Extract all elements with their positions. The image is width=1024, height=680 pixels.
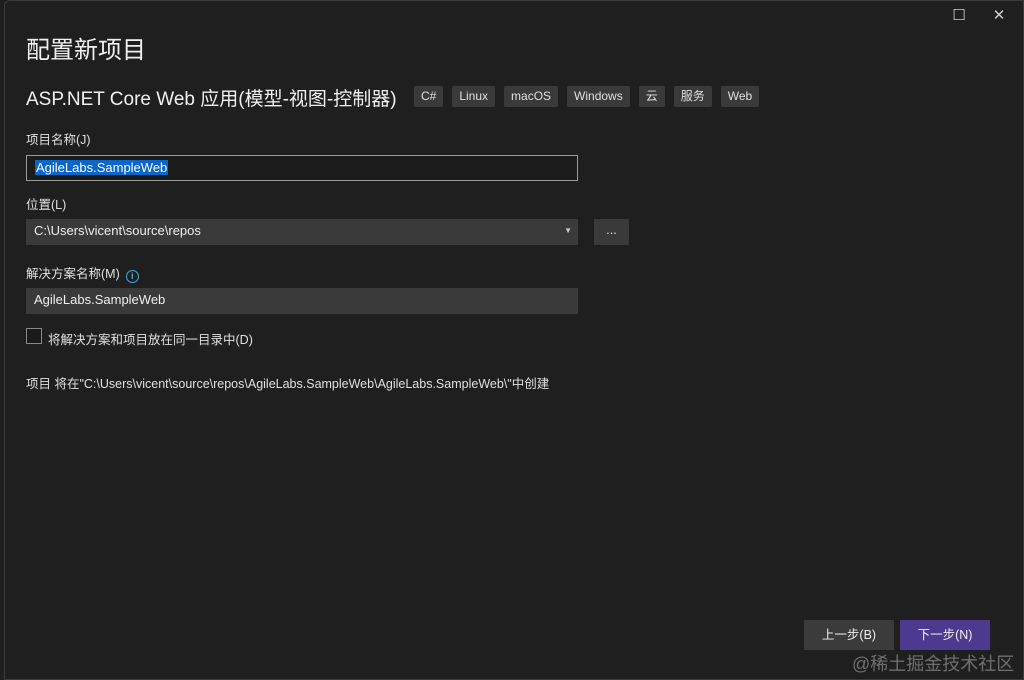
solution-name-input[interactable]: AgileLabs.SampleWeb bbox=[26, 288, 578, 314]
location-label: 位置(L) bbox=[26, 198, 67, 212]
solution-name-value: AgileLabs.SampleWeb bbox=[34, 292, 166, 307]
maximize-icon[interactable]: ☐ bbox=[944, 5, 974, 27]
tag: 服务 bbox=[673, 86, 712, 107]
template-tags: C# Linux macOS Windows 云 服务 Web bbox=[414, 86, 760, 107]
tag: Linux bbox=[452, 86, 496, 107]
path-info: 项目 将在"C:\Users\vicent\source\repos\Agile… bbox=[26, 377, 550, 391]
same-directory-checkbox[interactable] bbox=[26, 328, 42, 344]
browse-button[interactable]: ... bbox=[594, 219, 629, 245]
solution-name-label: 解决方案名称(M) bbox=[26, 267, 120, 281]
template-name: ASP.NET Core Web 应用(模型-视图-控制器) bbox=[26, 89, 397, 110]
tag: C# bbox=[414, 86, 444, 107]
tag: macOS bbox=[504, 86, 559, 107]
back-button[interactable]: 上一步(B) bbox=[804, 620, 894, 650]
same-directory-label[interactable]: 将解决方案和项目放在同一目录中(D) bbox=[48, 329, 253, 348]
project-name-label: 项目名称(J) bbox=[26, 133, 91, 147]
watermark: @稀土掘金技术社区 bbox=[852, 654, 1015, 674]
project-name-value: AgileLabs.SampleWeb bbox=[35, 160, 169, 175]
close-icon[interactable]: ✕ bbox=[984, 5, 1014, 27]
location-combobox[interactable]: C:\Users\vicent\source\repos ▼ bbox=[26, 219, 578, 245]
next-button[interactable]: 下一步(N) bbox=[900, 620, 990, 650]
tag: 云 bbox=[638, 86, 665, 107]
location-value: C:\Users\vicent\source\repos bbox=[34, 223, 201, 238]
solution-name-label-row: 解决方案名称(M) i bbox=[26, 263, 139, 283]
project-name-input[interactable]: AgileLabs.SampleWeb bbox=[26, 155, 578, 181]
chevron-down-icon[interactable]: ▼ bbox=[564, 219, 572, 243]
page-title: 配置新项目 bbox=[26, 37, 146, 64]
tag: Web bbox=[720, 86, 760, 107]
tag: Windows bbox=[567, 86, 630, 107]
info-icon[interactable]: i bbox=[125, 270, 139, 283]
